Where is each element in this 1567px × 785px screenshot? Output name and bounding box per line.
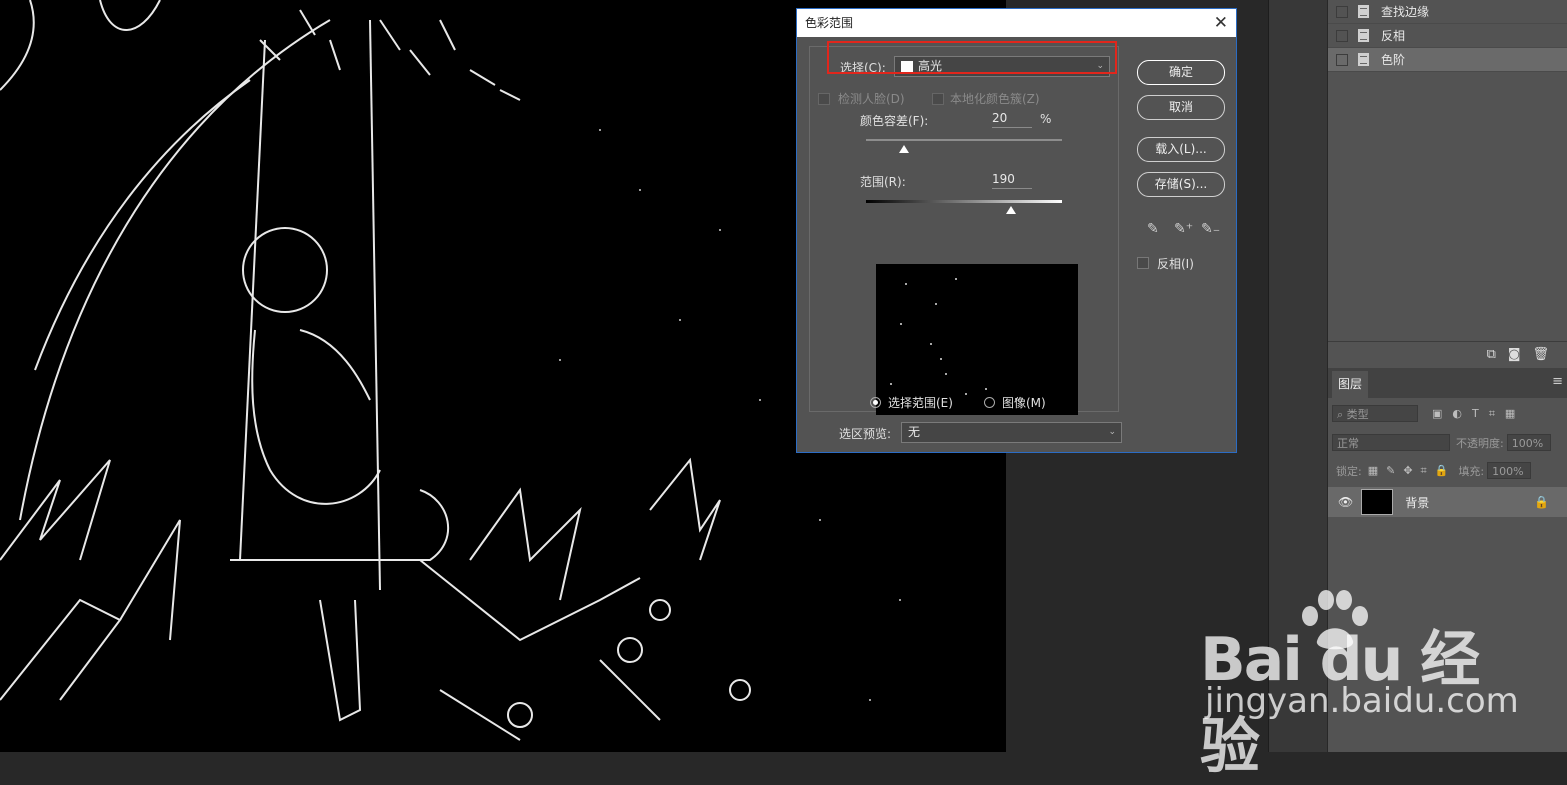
fill-label: 填充:: [1458, 464, 1485, 478]
layers-tab-bar: 图层 ≡: [1328, 368, 1567, 398]
fuzziness-slider-handle[interactable]: [899, 145, 909, 153]
history-document-icon: [1358, 29, 1369, 42]
preview-image: [890, 278, 1017, 405]
eye-icon[interactable]: 👁: [1338, 495, 1353, 509]
radio-selection[interactable]: [870, 397, 881, 408]
history-document-icon: [1358, 5, 1369, 18]
load-button[interactable]: 载入(L)...: [1137, 137, 1225, 162]
blend-mode-select[interactable]: 正常: [1332, 434, 1450, 451]
localized-checkbox[interactable]: [932, 93, 944, 105]
history-checkbox[interactable]: [1336, 5, 1348, 18]
history-checkbox[interactable]: [1336, 53, 1348, 66]
history-checkbox[interactable]: [1336, 29, 1348, 42]
fuzziness-label: 颜色容差(F):: [860, 114, 929, 128]
fuzziness-input[interactable]: 20: [992, 111, 1032, 128]
radio-image[interactable]: [984, 397, 995, 408]
options-group: 选择(C): 高光 ⌄ 检测人脸(D) 本地化颜色簇(Z) 颜色容差(F): 2…: [809, 46, 1119, 415]
dialog-title: 色彩范围: [805, 16, 854, 30]
lock-icons[interactable]: ▦✎✥⌗🔒: [1368, 464, 1457, 478]
camera-icon[interactable]: ◙: [1508, 347, 1521, 362]
invert-label: 反相(I): [1157, 257, 1194, 271]
eyedropper-plus-icon[interactable]: ✎⁺: [1174, 221, 1193, 237]
range-slider[interactable]: [866, 200, 1062, 203]
selection-preview-select[interactable]: 无 ⌄: [901, 422, 1122, 443]
lock-label: 锁定:: [1336, 464, 1362, 478]
history-list: 查找边缘 反相 色阶: [1328, 0, 1567, 340]
opacity-label: 不透明度:: [1456, 436, 1504, 450]
new-snapshot-icon[interactable]: ⧉: [1487, 347, 1496, 362]
layer-thumbnail: [1361, 489, 1394, 515]
color-range-dialog: 色彩范围 ✕ 选择(C): 高光 ⌄ 检测人脸(D) 本地化颜色簇(Z) 颜色容…: [796, 8, 1237, 453]
history-item-label: 查找边缘: [1381, 5, 1430, 19]
filter-kind-label: 类型: [1346, 408, 1369, 421]
close-icon[interactable]: ✕: [1214, 9, 1228, 37]
baidu-watermark: Bai du 经验 jingyan.baidu.com: [1200, 586, 1519, 782]
layer-row-background[interactable]: 👁 背景 🔒: [1328, 487, 1567, 517]
filter-kind-select[interactable]: ⌕ 类型: [1332, 405, 1418, 422]
range-label: 范围(R):: [860, 175, 906, 189]
fill-field[interactable]: 100%: [1487, 462, 1532, 479]
ok-button[interactable]: 确定: [1137, 60, 1225, 85]
radio-selection-label: 选择范围(E): [888, 396, 953, 410]
history-item-label: 色阶: [1381, 53, 1406, 67]
tab-layers[interactable]: 图层: [1332, 371, 1368, 398]
history-item[interactable]: 反相: [1328, 24, 1567, 48]
blend-row: 正常 不透明度: 100%: [1328, 434, 1567, 451]
trash-icon[interactable]: 🗑: [1532, 347, 1549, 362]
panel-menu-icon[interactable]: ≡: [1552, 374, 1563, 389]
eyedropper-icon[interactable]: ✎: [1147, 221, 1159, 237]
dialog-titlebar: 色彩范围 ✕: [797, 9, 1236, 37]
search-icon: ⌕: [1337, 408, 1344, 421]
history-item-label: 反相: [1381, 29, 1406, 43]
history-item[interactable]: 查找边缘: [1328, 0, 1567, 24]
invert-checkbox[interactable]: [1137, 257, 1149, 269]
selection-preview-label: 选区预览:: [839, 427, 892, 441]
range-slider-handle[interactable]: [1006, 206, 1016, 214]
eyedropper-minus-icon[interactable]: ✎₋: [1201, 221, 1220, 237]
selection-preview-value: 无: [908, 425, 921, 439]
opacity-field[interactable]: 100%: [1506, 434, 1551, 451]
watermark-url: jingyan.baidu.com: [1205, 681, 1519, 721]
chevron-down-icon: ⌄: [1108, 427, 1116, 437]
detect-faces-label: 检测人脸(D): [838, 92, 905, 106]
lock-row: 锁定: ▦✎✥⌗🔒 填充: 100%: [1328, 462, 1567, 479]
radio-image-label: 图像(M): [1002, 396, 1046, 410]
history-footer: ⧉ ◙ 🗑: [1328, 341, 1567, 367]
layer-name: 背景: [1405, 495, 1430, 510]
selection-preview: [876, 264, 1078, 415]
percent-label: %: [1040, 112, 1052, 126]
history-document-icon: [1358, 53, 1369, 66]
fuzziness-slider[interactable]: [866, 139, 1062, 141]
filter-type-icons[interactable]: ▣◐T⌗▦: [1432, 407, 1525, 421]
cancel-button[interactable]: 取消: [1137, 95, 1225, 120]
layer-filter-row: ⌕ 类型 ▣◐T⌗▦: [1328, 405, 1567, 422]
detect-faces-checkbox[interactable]: [818, 93, 830, 105]
highlight-box: [827, 41, 1117, 74]
range-input[interactable]: 190: [992, 172, 1032, 189]
save-button[interactable]: 存储(S)...: [1137, 172, 1225, 197]
localized-label: 本地化颜色簇(Z): [950, 92, 1040, 106]
lock-icon: 🔒: [1534, 495, 1549, 509]
history-item-selected[interactable]: 色阶: [1328, 48, 1567, 72]
